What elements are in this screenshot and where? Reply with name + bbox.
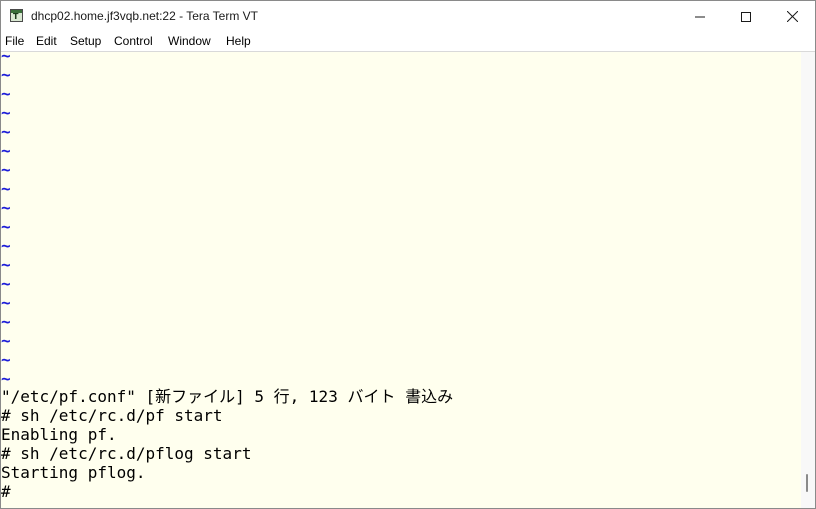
menu-control[interactable]: Control	[114, 34, 153, 48]
maximize-button[interactable]	[723, 1, 769, 32]
vim-empty-line-tilde: ~	[1, 350, 11, 369]
menu-edit[interactable]: Edit	[36, 34, 57, 48]
menu-setup[interactable]: Setup	[70, 34, 101, 48]
minimize-button[interactable]	[677, 1, 723, 32]
vim-empty-line-tilde: ~	[1, 312, 11, 331]
vim-empty-line-tilde: ~	[1, 331, 11, 350]
menu-bar: File Edit Setup Control Window Help	[1, 32, 815, 52]
tera-term-icon[interactable]: T	[10, 9, 23, 22]
vim-empty-line-tilde: ~	[1, 217, 11, 236]
terminal-line: # sh /etc/rc.d/pf start	[1, 406, 223, 425]
vim-empty-line-tilde: ~	[1, 160, 11, 179]
vim-empty-line-tilde: ~	[1, 122, 11, 141]
vim-empty-line-tilde: ~	[1, 52, 11, 65]
close-button[interactable]	[769, 1, 815, 32]
vim-empty-line-tilde: ~	[1, 293, 11, 312]
vim-empty-line-tilde: ~	[1, 369, 11, 388]
terminal-line: "/etc/pf.conf" [新ファイル] 5 行, 123 バイト 書込み	[1, 387, 454, 406]
scrollbar-thumb[interactable]	[806, 474, 808, 492]
vim-empty-line-tilde: ~	[1, 84, 11, 103]
vim-empty-line-tilde: ~	[1, 274, 11, 293]
close-icon	[786, 11, 798, 22]
menu-file[interactable]: File	[5, 34, 24, 48]
terminal-screen[interactable]: ~ ~ ~ ~ ~ ~ ~ ~ ~ ~ ~ ~ ~ ~ ~ ~ ~ ~ "/etc/pf.conf" [新ファイル…	[1, 52, 801, 508]
tera-term-window: T dhcp02.home.jf3vqb.net:22 - Tera Term …	[0, 0, 816, 509]
vim-empty-line-tilde: ~	[1, 236, 11, 255]
vim-empty-line-tilde: ~	[1, 103, 11, 122]
menu-help[interactable]: Help	[226, 34, 251, 48]
vertical-scrollbar[interactable]	[801, 52, 815, 508]
minimize-icon	[695, 16, 705, 17]
vim-empty-line-tilde: ~	[1, 141, 11, 160]
terminal-line: # sh /etc/rc.d/pflog start	[1, 444, 252, 463]
vim-empty-line-tilde: ~	[1, 179, 11, 198]
window-title: dhcp02.home.jf3vqb.net:22 - Tera Term VT	[31, 9, 259, 23]
terminal-line: Enabling pf.	[1, 425, 117, 444]
terminal-line: #	[1, 482, 11, 501]
vim-empty-line-tilde: ~	[1, 65, 11, 84]
terminal-line: Starting pflog.	[1, 463, 146, 482]
menu-window[interactable]: Window	[168, 34, 211, 48]
vim-empty-line-tilde: ~	[1, 255, 11, 274]
vim-empty-line-tilde: ~	[1, 198, 11, 217]
maximize-icon	[741, 11, 751, 22]
title-bar[interactable]: T dhcp02.home.jf3vqb.net:22 - Tera Term …	[1, 1, 815, 32]
